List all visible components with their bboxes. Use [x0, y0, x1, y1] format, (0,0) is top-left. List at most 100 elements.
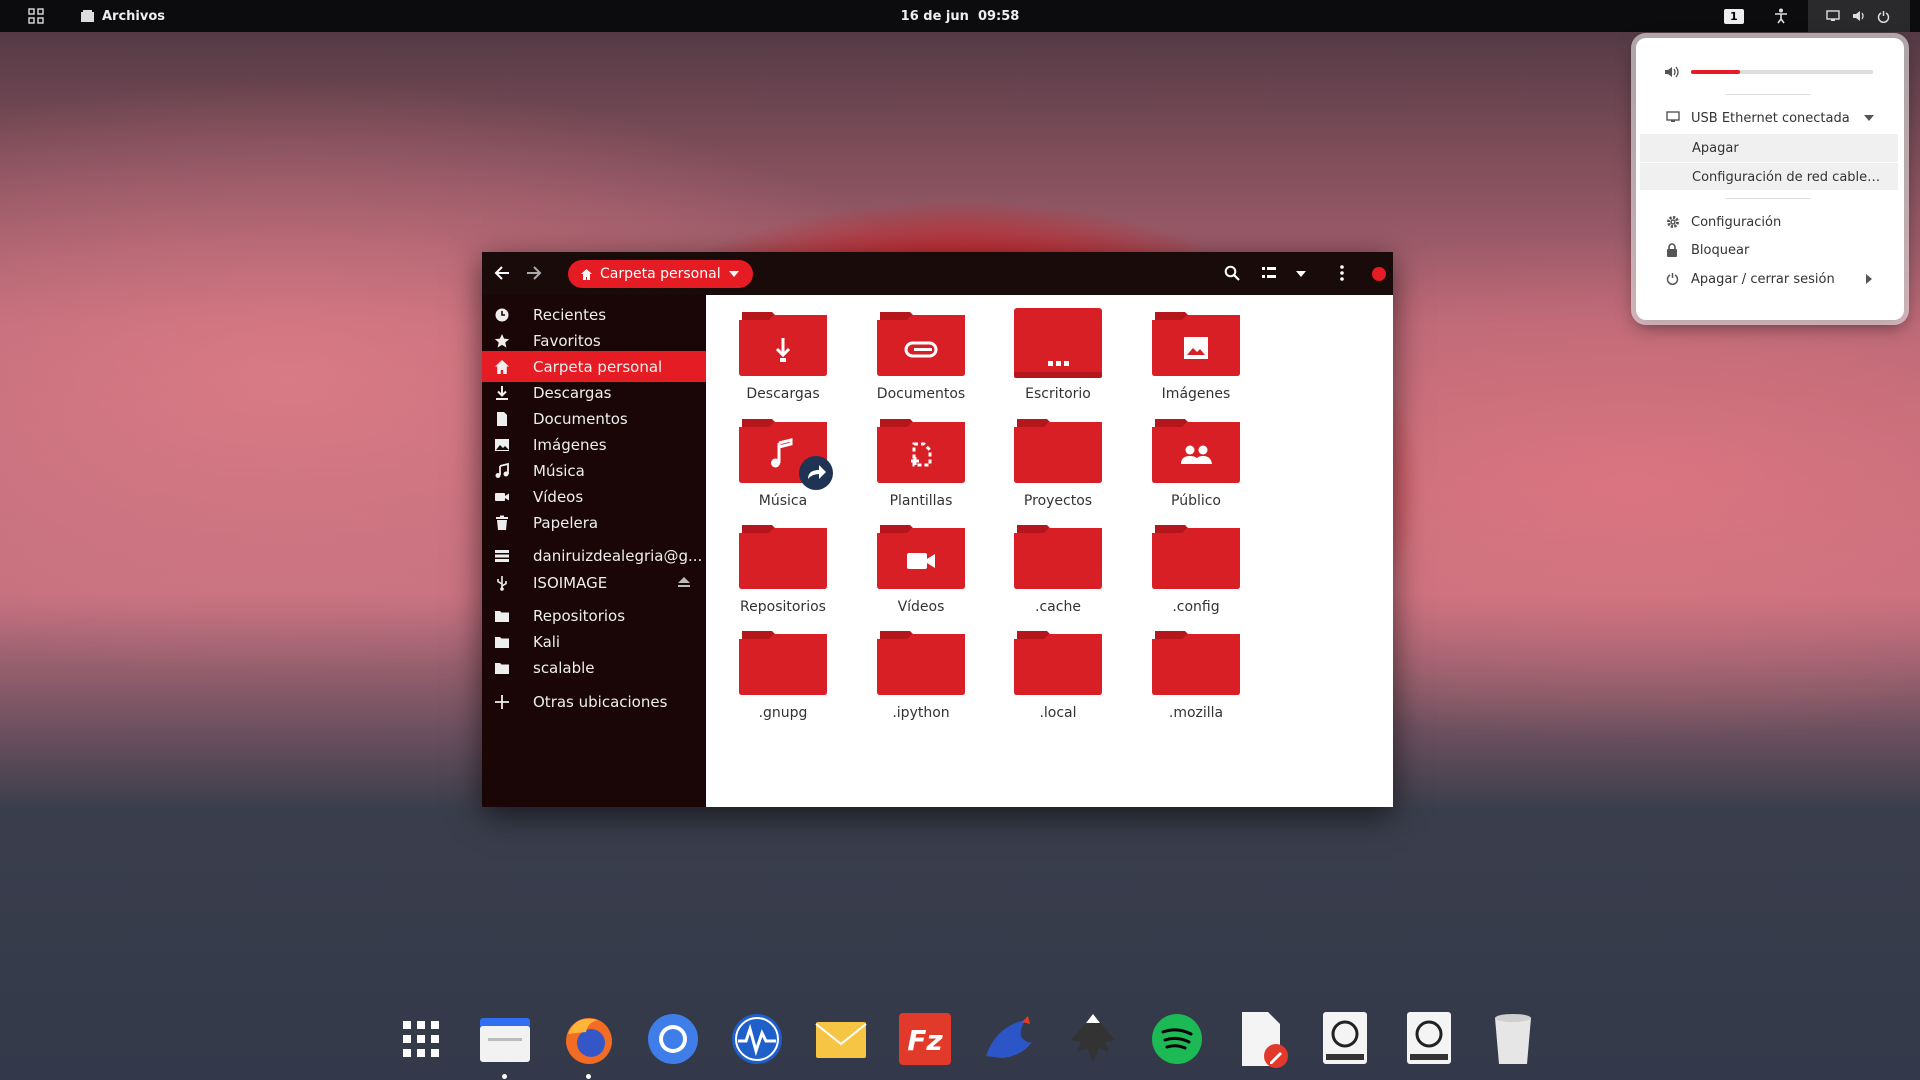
volume-slider[interactable] [1691, 70, 1873, 74]
search-icon[interactable] [1224, 265, 1240, 281]
folder-name: Música [758, 493, 808, 509]
location-button[interactable]: Carpeta personal [568, 260, 753, 288]
folder-name: Vídeos [897, 599, 945, 615]
accessibility-button[interactable] [1774, 0, 1788, 32]
folder-item[interactable]: Imágenes [1126, 308, 1266, 402]
sidebar-item[interactable]: Papelera [482, 507, 706, 538]
folder-name: Documentos [876, 386, 966, 402]
folder-name: Descargas [746, 386, 820, 402]
trash-bin-icon[interactable] [1482, 1008, 1544, 1070]
power-item[interactable]: Apagar / cerrar sesión [1636, 265, 1904, 293]
drive-icon[interactable] [1398, 1008, 1460, 1070]
sidebar-item[interactable]: ISOIMAGE [482, 567, 706, 598]
sidebar-item-label: scalable [533, 658, 595, 677]
mail-icon[interactable] [810, 1008, 872, 1070]
monitor-icon[interactable] [726, 1008, 788, 1070]
folder-item[interactable]: Proyectos [988, 415, 1128, 509]
app-grid-icon[interactable] [390, 1008, 452, 1070]
network-submenu: Apagar Configuración de red cable… [1640, 134, 1898, 190]
folder-icon [851, 415, 991, 485]
network-row[interactable]: USB Ethernet conectada [1636, 104, 1904, 132]
wired-settings-item[interactable]: Configuración de red cable… [1640, 162, 1898, 191]
folder-name: .mozilla [1168, 705, 1224, 721]
workspace-number: 1 [1724, 8, 1744, 24]
folder-item[interactable]: .ipython [851, 627, 991, 721]
chromium-icon[interactable] [642, 1008, 704, 1070]
eject-icon[interactable] [678, 577, 694, 593]
activities-button[interactable] [28, 0, 44, 32]
folder-icon [713, 415, 853, 490]
folder-item[interactable]: Música [713, 415, 853, 509]
sidebar-item-label: Favoritos [533, 331, 601, 350]
firefox-icon[interactable] [558, 1008, 620, 1070]
folder-icon [1126, 627, 1266, 697]
folder-icon [713, 627, 853, 697]
folder-item[interactable]: Público [1126, 415, 1266, 509]
sidebar-item-label: Descargas [533, 383, 612, 402]
system-status-area[interactable] [1808, 0, 1910, 32]
folder-name: .gnupg [758, 705, 808, 721]
sidebar-item[interactable]: Otras ubicaciones [482, 686, 706, 717]
volume-row [1636, 58, 1904, 86]
svg-text:Fz: Fz [907, 1024, 943, 1057]
folder-item[interactable]: Escritorio [988, 308, 1128, 402]
folder-icon [988, 415, 1128, 485]
folder-item[interactable]: .config [1126, 521, 1266, 615]
sidebar-item-label: Recientes [533, 305, 607, 324]
sidebar-item[interactable]: scalable [482, 652, 706, 683]
spotify-icon[interactable] [1146, 1008, 1208, 1070]
workspace-indicator[interactable]: 1 [1724, 0, 1744, 32]
list-view-icon[interactable] [1262, 267, 1276, 279]
folder-icon [851, 521, 991, 591]
forward-arrow-icon[interactable] [526, 266, 542, 280]
lock-item[interactable]: Bloquear [1636, 236, 1904, 264]
kali-dragon-icon[interactable] [978, 1008, 1040, 1070]
sidebar-item-label: Kali [533, 632, 561, 651]
running-indicator [586, 1074, 591, 1079]
download-icon [494, 385, 510, 401]
top-bar: Archivos 16 de jun 09:58 1 [0, 0, 1920, 32]
clock[interactable]: 16 de jun 09:58 [900, 0, 1020, 32]
symlink-icon [798, 455, 834, 495]
network-drive-icon [494, 548, 510, 564]
folder-item[interactable]: .gnupg [713, 627, 853, 721]
app-menu[interactable]: Archivos [80, 0, 165, 32]
files-icon[interactable] [474, 1008, 536, 1070]
power-icon [1877, 10, 1890, 23]
power-label: Apagar / cerrar sesión [1691, 271, 1835, 287]
text-editor-icon[interactable] [1230, 1008, 1292, 1070]
network-label: USB Ethernet conectada [1691, 110, 1850, 126]
settings-item[interactable]: Configuración [1636, 208, 1904, 236]
separator [1726, 198, 1810, 199]
view-options-chevron-icon[interactable] [1296, 271, 1306, 277]
filezilla-icon[interactable]: Fz [894, 1008, 956, 1070]
home-icon [580, 268, 593, 281]
folder-item[interactable]: .mozilla [1126, 627, 1266, 721]
sidebar-item-label: Repositorios [533, 606, 626, 625]
folder-name: .config [1172, 599, 1220, 615]
folder-name: Plantillas [889, 493, 953, 509]
folder-item[interactable]: Documentos [851, 308, 991, 402]
folder-item[interactable]: Repositorios [713, 521, 853, 615]
sidebar-item-label: Papelera [533, 513, 599, 532]
network-off-label: Apagar [1692, 140, 1739, 156]
folder-item[interactable]: Vídeos [851, 521, 991, 615]
running-indicator [502, 1074, 507, 1079]
inkscape-icon[interactable] [1062, 1008, 1124, 1070]
back-arrow-icon[interactable] [494, 266, 510, 280]
network-off-item[interactable]: Apagar [1640, 134, 1898, 162]
folder-item[interactable]: Plantillas [851, 415, 991, 509]
trash-icon [494, 515, 510, 531]
power-icon [1666, 272, 1680, 286]
folder-item[interactable]: .cache [988, 521, 1128, 615]
folder-icon [851, 308, 991, 378]
sidebar-item-label: Imágenes [533, 435, 607, 454]
folder-item[interactable]: .local [988, 627, 1128, 721]
menu-kebab-icon[interactable] [1340, 265, 1344, 281]
close-window-icon[interactable] [1371, 266, 1387, 282]
drive-icon[interactable] [1314, 1008, 1376, 1070]
video-icon [494, 489, 510, 505]
sidebar-item-label: Música [533, 461, 585, 480]
folder-item[interactable]: Descargas [713, 308, 853, 402]
folder-icon [1126, 415, 1266, 485]
